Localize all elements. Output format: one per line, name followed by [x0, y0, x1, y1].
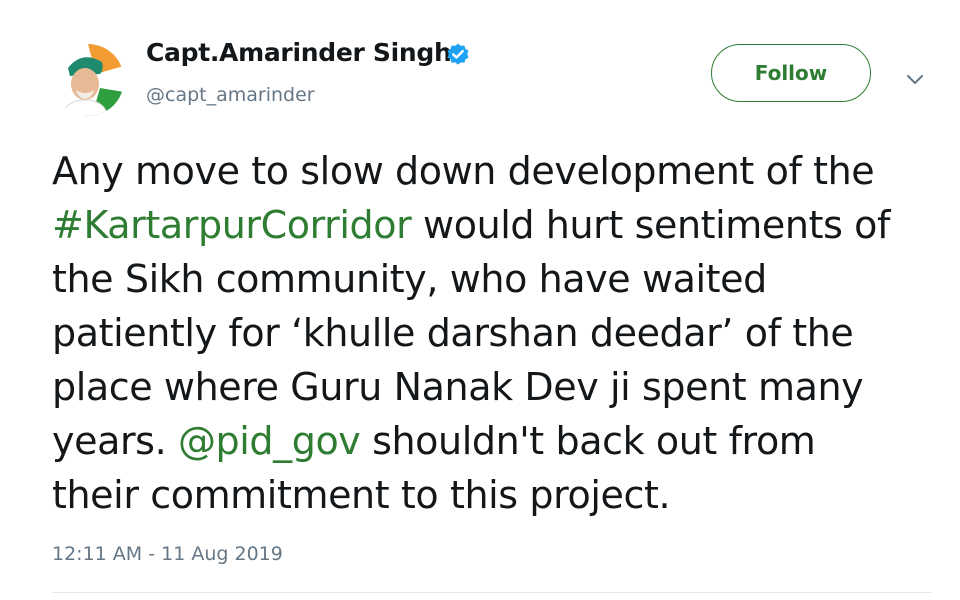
avatar[interactable]	[52, 44, 124, 116]
hashtag-link[interactable]: #KartarpurCorridor	[52, 203, 412, 247]
tweet-text-line: patiently for ‘khulle darshan deedar’ of…	[52, 306, 932, 360]
verified-badge-icon	[447, 43, 469, 65]
tweet-text-segment: place where Guru Nanak Dev ji spent many	[52, 365, 864, 409]
tweet-text-segment: years.	[52, 419, 178, 463]
tweet-text-line: their commitment to this project.	[52, 468, 932, 522]
tweet-card: Capt.Amarinder Singh @capt_amarinder Fol…	[0, 0, 960, 600]
chevron-down-icon	[907, 75, 923, 84]
user-handle[interactable]: @capt_amarinder	[146, 84, 315, 106]
display-name[interactable]: Capt.Amarinder Singh	[146, 38, 452, 67]
mention-link[interactable]: @pid_gov	[178, 419, 361, 463]
tweet-text-segment: patiently for ‘khulle darshan deedar’ of…	[52, 311, 854, 355]
tweet-text-line: the Sikh community, who have waited	[52, 252, 932, 306]
tweet-text: Any move to slow down development of the…	[52, 144, 932, 522]
tweet-text-segment: shouldn't back out from	[360, 419, 816, 463]
tweet-text-segment: the Sikh community, who have waited	[52, 257, 767, 301]
tweet-text-line: #KartarpurCorridor would hurt sentiments…	[52, 198, 932, 252]
divider	[52, 592, 932, 593]
tweet-text-line: Any move to slow down development of the	[52, 144, 932, 198]
tweet-text-line: place where Guru Nanak Dev ji spent many	[52, 360, 932, 414]
tweet-text-line: years. @pid_gov shouldn't back out from	[52, 414, 932, 468]
tweet-text-segment: Any move to slow down development of the	[52, 149, 875, 193]
tweet-timestamp[interactable]: 12:11 AM - 11 Aug 2019	[52, 543, 283, 565]
more-options-button[interactable]	[900, 64, 930, 94]
tweet-text-segment: would hurt sentiments of	[411, 203, 890, 247]
follow-button[interactable]: Follow	[711, 44, 871, 102]
avatar-image	[52, 44, 124, 116]
tweet-text-segment: their commitment to this project.	[52, 473, 671, 517]
